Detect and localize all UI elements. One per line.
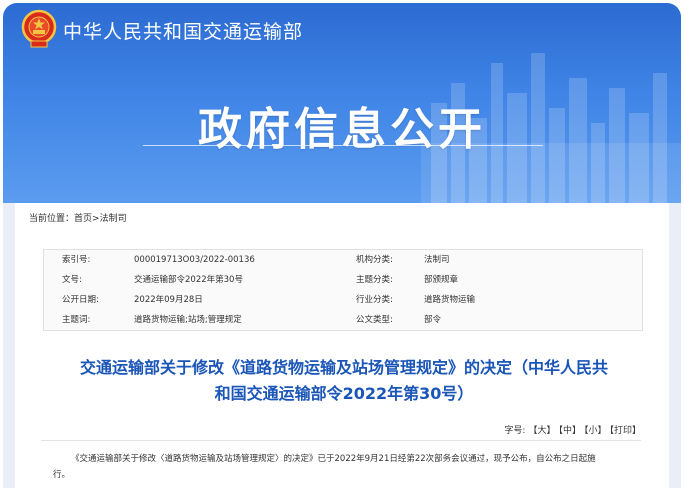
meta-label: 索引号: xyxy=(62,255,91,265)
document-title-line2: 和国交通运输部令2022年第30号） xyxy=(214,384,474,403)
meta-value: 000019713O03/2022-00136 xyxy=(134,255,255,265)
ministry-name[interactable]: 中华人民共和国交通运输部 xyxy=(63,17,303,44)
breadcrumb-section-link[interactable]: 法制司 xyxy=(100,211,127,224)
body-paragraph-line2: 行。 xyxy=(53,470,71,480)
document-title-line1: 交通运输部关于修改《道路货物运输及站场管理规定》的决定（中华人民共 xyxy=(79,358,608,377)
meta-label: 公文类型: xyxy=(356,315,393,325)
metadata-row: 文号: 交通运输部令2022年第30号 主题分类: 部颁规章 xyxy=(44,270,642,290)
document-title: 交通运输部关于修改《道路货物运输及站场管理规定》的决定（中华人民共 和国交通运输… xyxy=(39,355,649,407)
meta-value: 道路货物运输;站场;管理规定 xyxy=(134,315,242,325)
document-body: 《交通运输部关于修改〈道路货物运输及站场管理规定〉的决定》已于2022年9月21… xyxy=(53,451,643,483)
meta-label: 行业分类: xyxy=(356,295,393,305)
font-size-label: 字号: xyxy=(504,426,526,436)
font-size-small-button[interactable]: 【小】 xyxy=(584,426,607,436)
heading-divider xyxy=(143,145,543,146)
meta-value: 道路货物运输 xyxy=(424,295,476,305)
body-paragraph-line1: 《交通运输部关于修改〈道路货物运输及站场管理规定〉的决定》已于2022年9月21… xyxy=(71,454,596,464)
breadcrumb-prefix: 当前位置： xyxy=(29,214,75,224)
breadcrumb: 当前位置：首页 > 法制司 xyxy=(29,211,127,224)
meta-label: 文号: xyxy=(62,275,82,285)
meta-value: 部颁规章 xyxy=(424,275,459,285)
font-size-toolbar: 字号: 【大】 【中】 【小】 【打印】 xyxy=(41,422,641,441)
browser-frame: 中华人民共和国交通运输部 政府信息公开 当前位置：首页 > 法制司 索引号: 0… xyxy=(3,3,681,488)
site-header: 中华人民共和国交通运输部 政府信息公开 xyxy=(3,3,681,203)
national-emblem-icon[interactable] xyxy=(21,9,57,49)
metadata-row: 索引号: 000019713O03/2022-00136 机构分类: 法制司 xyxy=(44,250,642,270)
meta-label: 机构分类: xyxy=(356,255,393,265)
meta-value: 部令 xyxy=(424,315,442,325)
meta-value: 2022年09月28日 xyxy=(134,295,203,305)
meta-label: 主题词: xyxy=(62,315,91,325)
document-metadata-table: 索引号: 000019713O03/2022-00136 机构分类: 法制司 文… xyxy=(43,249,643,331)
breadcrumb-separator: > xyxy=(92,214,100,224)
page-heading: 政府信息公开 xyxy=(198,104,486,155)
meta-value: 交通运输部令2022年第30号 xyxy=(134,275,243,285)
metadata-row: 公开日期: 2022年09月28日 行业分类: 道路货物运输 xyxy=(44,290,642,310)
font-size-medium-button[interactable]: 【中】 xyxy=(558,426,581,436)
content-card: 当前位置：首页 > 法制司 索引号: 000019713O03/2022-001… xyxy=(15,203,669,488)
meta-label: 公开日期: xyxy=(62,295,99,305)
meta-value: 法制司 xyxy=(424,255,450,265)
font-size-large-button[interactable]: 【大】 xyxy=(528,426,555,436)
meta-label: 主题分类: xyxy=(356,275,393,285)
metadata-row: 主题词: 道路货物运输;站场;管理规定 公文类型: 部令 xyxy=(44,310,642,330)
print-button[interactable]: 【打印】 xyxy=(609,426,641,436)
breadcrumb-home-link[interactable]: 首页 xyxy=(74,211,92,224)
